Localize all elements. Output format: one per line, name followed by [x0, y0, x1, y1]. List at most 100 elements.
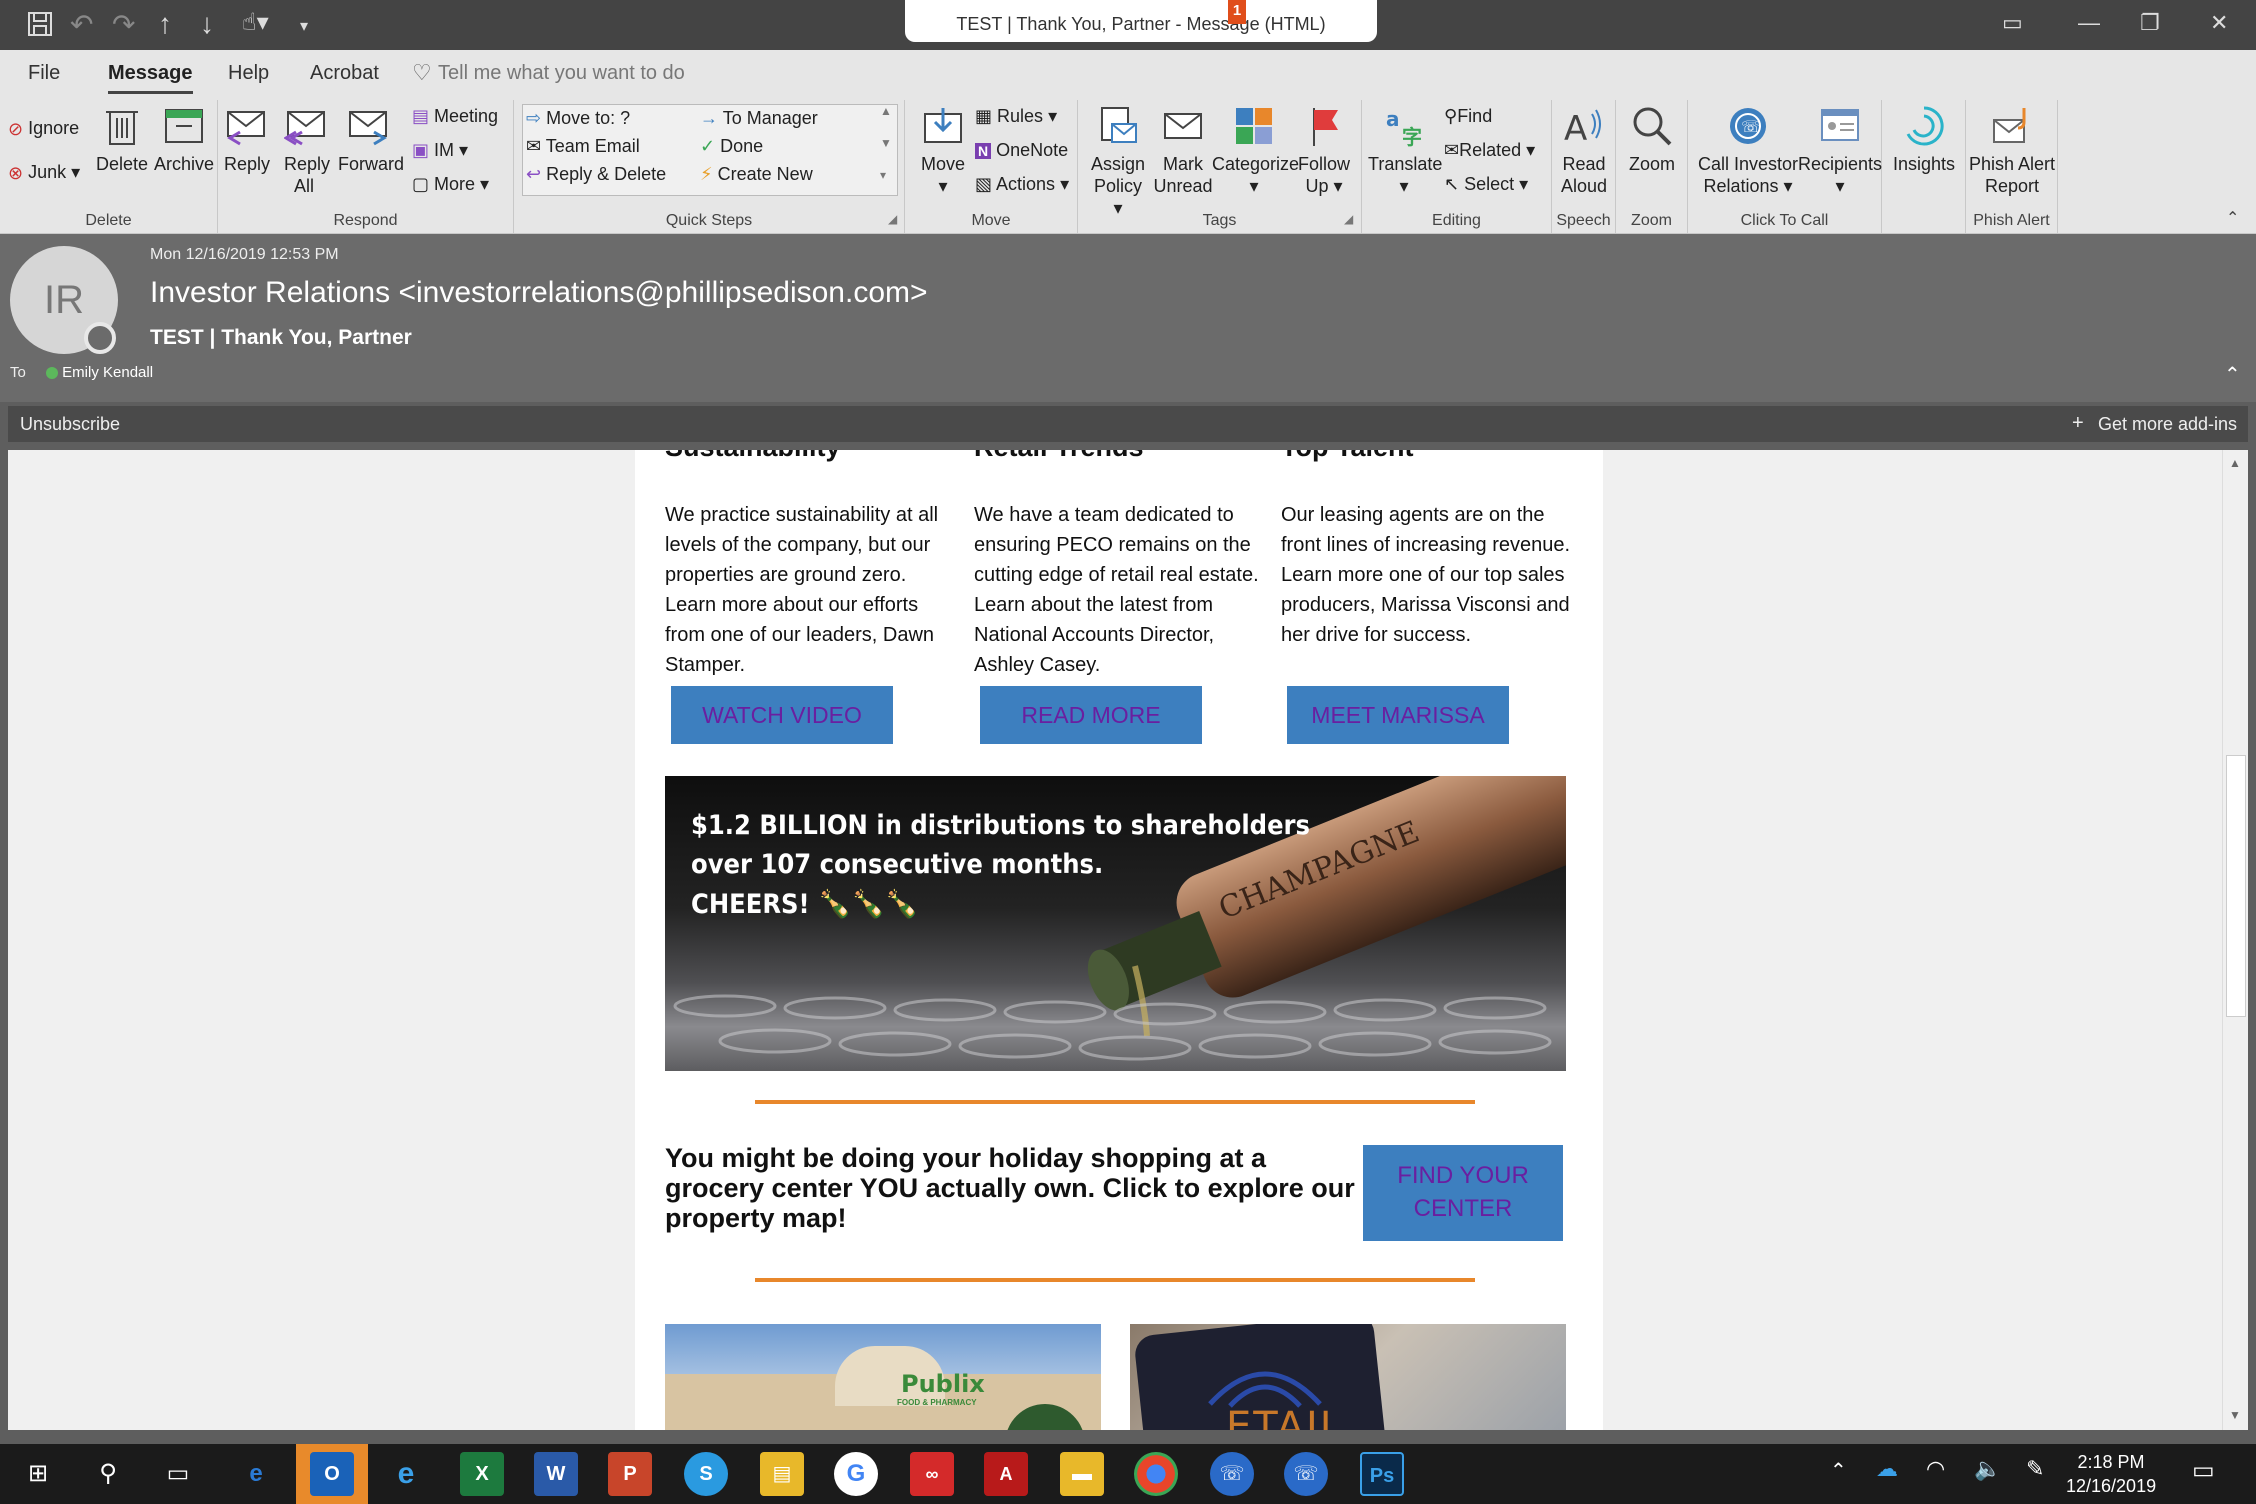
- search-icon[interactable]: ⚲: [86, 1452, 130, 1496]
- close-button[interactable]: ✕: [2210, 10, 2228, 36]
- file-explorer-icon[interactable]: ▤: [760, 1452, 804, 1496]
- actions-button[interactable]: ▧ Actions ▾: [975, 174, 1069, 195]
- call-icon[interactable]: ☏: [1284, 1452, 1328, 1496]
- insights-button[interactable]: Insights: [1888, 104, 1960, 175]
- word-icon[interactable]: W: [534, 1452, 578, 1496]
- select-button[interactable]: ↖ Select ▾: [1444, 174, 1528, 195]
- scroll-thumb[interactable]: [2226, 755, 2246, 1017]
- recipient[interactable]: Emily Kendall: [46, 364, 153, 381]
- move-button[interactable]: Move ▾: [913, 104, 973, 197]
- internet-explorer-icon[interactable]: e: [384, 1452, 428, 1496]
- outlook-icon[interactable]: O: [310, 1452, 354, 1496]
- redo-icon[interactable]: ↷: [112, 8, 135, 41]
- acrobat-icon[interactable]: A: [984, 1452, 1028, 1496]
- tab-file[interactable]: File: [28, 62, 60, 85]
- tab-help[interactable]: Help: [228, 62, 269, 85]
- photoshop-icon[interactable]: Ps: [1360, 1452, 1404, 1496]
- watch-video-button[interactable]: WATCH VIDEO: [671, 686, 893, 744]
- forward-button[interactable]: Forward: [338, 104, 404, 175]
- reply-all-button[interactable]: Reply All: [283, 104, 330, 197]
- task-view-icon[interactable]: ▭: [156, 1452, 200, 1496]
- folder-icon[interactable]: ▬: [1060, 1452, 1104, 1496]
- vertical-scrollbar[interactable]: ▲ ▼: [2222, 450, 2248, 1430]
- customize-toolbar-icon[interactable]: ▾: [300, 16, 308, 36]
- skype-icon[interactable]: S: [684, 1452, 728, 1496]
- team-email-quickstep[interactable]: ✉ Team Email: [526, 136, 640, 157]
- zoom-group: Zoom Zoom: [1616, 100, 1688, 234]
- system-clock[interactable]: 2:18 PM 12/16/2019: [2066, 1450, 2156, 1498]
- collapse-header-icon[interactable]: ⌃: [2224, 362, 2241, 387]
- powerpoint-icon[interactable]: P: [608, 1452, 652, 1496]
- call-investor-relations-button[interactable]: ☏ Call Investor Relations ▾: [1688, 104, 1808, 197]
- show-hidden-icons[interactable]: ⌃: [1830, 1458, 1847, 1483]
- mark-unread-button[interactable]: Mark Unread: [1148, 104, 1218, 197]
- click-to-call-icon[interactable]: ☏: [1210, 1452, 1254, 1496]
- delete-button[interactable]: Delete: [96, 104, 148, 175]
- creative-cloud-icon[interactable]: ∞: [910, 1452, 954, 1496]
- google-icon[interactable]: G: [834, 1452, 878, 1496]
- scroll-up-arrow[interactable]: ▲: [2229, 456, 2241, 470]
- pen-icon[interactable]: ✎: [2026, 1456, 2044, 1482]
- reply-button[interactable]: Reply: [224, 104, 270, 175]
- more-button[interactable]: ▢ More ▾: [412, 174, 489, 195]
- ignore-button[interactable]: ⊘ Ignore: [8, 118, 79, 140]
- up-arrow-icon[interactable]: ↑: [158, 8, 172, 40]
- retail-phone-image[interactable]: ETAIL: [1130, 1324, 1566, 1430]
- meeting-button[interactable]: ▤ Meeting: [412, 106, 498, 127]
- publix-store-image[interactable]: Publix FOOD & PHARMACY: [665, 1324, 1101, 1430]
- windows-start-icon[interactable]: ⊞: [16, 1452, 60, 1496]
- onedrive-icon[interactable]: ☁: [1876, 1456, 1898, 1482]
- wifi-icon[interactable]: ◠: [1926, 1456, 1945, 1482]
- im-button[interactable]: ▣ IM ▾: [412, 140, 468, 161]
- down-arrow-icon[interactable]: ↓: [200, 8, 214, 40]
- recipients-button[interactable]: Recipients ▾: [1798, 104, 1882, 197]
- create-new-quickstep[interactable]: ⚡ Create New: [700, 164, 813, 185]
- save-icon[interactable]: [26, 6, 54, 38]
- zoom-button[interactable]: Zoom: [1622, 104, 1682, 175]
- reply-delete-quickstep[interactable]: ↩ Reply & Delete: [526, 164, 666, 185]
- gallery-scroll-up[interactable]: ▲: [880, 104, 892, 118]
- categorize-button[interactable]: Categorize ▾: [1212, 104, 1299, 197]
- undo-icon[interactable]: ↶: [70, 8, 93, 41]
- tags-launcher-icon[interactable]: ◢: [1344, 212, 1353, 226]
- quick-steps-launcher-icon[interactable]: ◢: [888, 212, 897, 226]
- collapse-ribbon-icon[interactable]: ⌃: [2226, 208, 2239, 228]
- unsubscribe-link[interactable]: Unsubscribe: [20, 414, 120, 435]
- ribbon-display-icon[interactable]: ▭: [2002, 10, 2023, 36]
- gallery-scroll-down[interactable]: ▼: [880, 136, 892, 150]
- meet-marissa-button[interactable]: MEET MARISSA: [1287, 686, 1509, 744]
- related-button[interactable]: ✉Related ▾: [1444, 140, 1535, 161]
- notification-badge[interactable]: 1: [1228, 0, 1246, 24]
- move-to-quickstep[interactable]: ⇨ Move to: ?: [526, 108, 630, 129]
- sender-name[interactable]: Investor Relations <investorrelations@ph…: [150, 276, 928, 310]
- read-aloud-button[interactable]: A Read Aloud: [1556, 104, 1612, 197]
- excel-icon[interactable]: X: [460, 1452, 504, 1496]
- touch-mode-icon[interactable]: ☝▾: [242, 8, 269, 37]
- tell-me-search[interactable]: Tell me what you want to do: [438, 62, 685, 85]
- find-button[interactable]: ⚲Find: [1444, 106, 1492, 127]
- chrome-icon[interactable]: [1134, 1452, 1178, 1496]
- phish-alert-button[interactable]: Phish Alert Report: [1966, 104, 2058, 197]
- edge-icon[interactable]: e: [234, 1452, 278, 1496]
- tab-acrobat[interactable]: Acrobat: [310, 62, 379, 85]
- archive-button[interactable]: Archive: [154, 104, 214, 175]
- get-addins-button[interactable]: Get more add-ins: [2098, 414, 2237, 435]
- find-your-center-button[interactable]: FIND YOUR CENTER: [1363, 1145, 1563, 1241]
- read-more-button[interactable]: READ MORE: [980, 686, 1202, 744]
- assign-policy-button[interactable]: Assign Policy ▾: [1088, 104, 1148, 219]
- tab-message[interactable]: Message: [108, 62, 193, 94]
- volume-icon[interactable]: 🔈: [1974, 1456, 2001, 1482]
- translate-button[interactable]: a 字 Translate ▾: [1368, 104, 1442, 197]
- done-quickstep[interactable]: ✓ Done: [700, 136, 763, 157]
- minimize-button[interactable]: —: [2078, 10, 2100, 36]
- distributions-banner[interactable]: CHAMPAGNE $1.2 BILLION in distributions …: [665, 776, 1566, 1071]
- junk-button[interactable]: ⊗ Junk ▾: [8, 162, 80, 184]
- onenote-button[interactable]: N OneNote: [975, 140, 1068, 161]
- restore-button[interactable]: ❐: [2140, 10, 2160, 36]
- rules-button[interactable]: ▦ Rules ▾: [975, 106, 1057, 127]
- notifications-icon[interactable]: ▭: [2192, 1456, 2215, 1485]
- follow-up-button[interactable]: Follow Up ▾: [1294, 104, 1354, 197]
- gallery-expand[interactable]: ▾: [880, 168, 886, 182]
- scroll-down-arrow[interactable]: ▼: [2229, 1408, 2241, 1422]
- to-manager-quickstep[interactable]: → To Manager: [700, 108, 818, 129]
